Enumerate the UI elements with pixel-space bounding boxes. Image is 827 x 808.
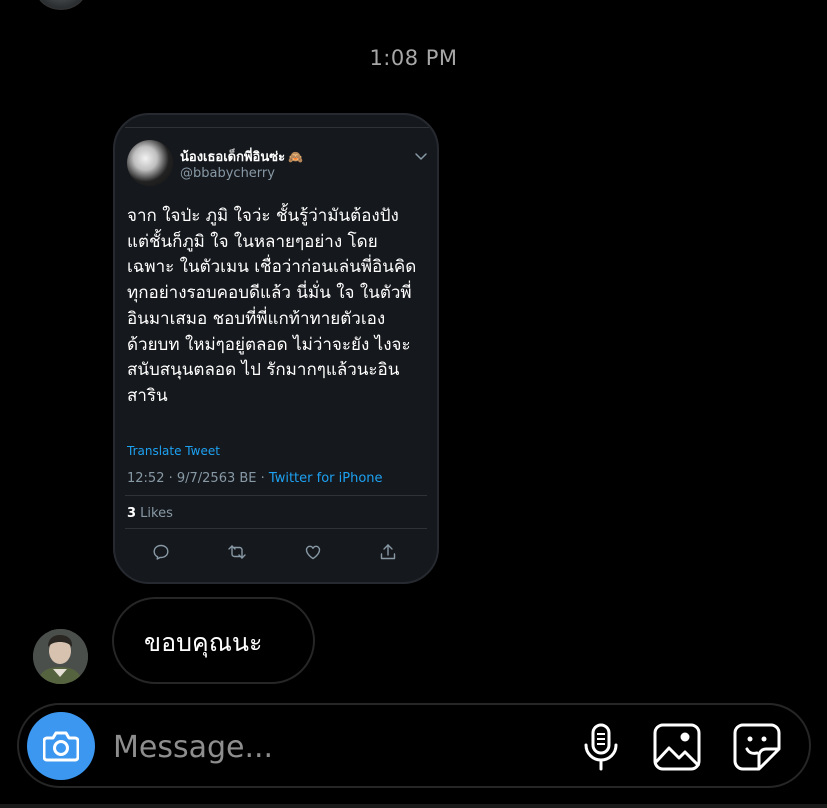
tweet-text-line: อินมาเสมอ ชอบที่พี่แกท้าทายตัวเอง (127, 308, 386, 329)
bottom-edge (0, 804, 827, 808)
gallery-icon[interactable] (652, 722, 702, 772)
previous-sender-avatar[interactable] (36, 0, 86, 10)
received-message-text: ขอบคุณนะ (144, 628, 263, 657)
microphone-icon[interactable] (576, 722, 626, 772)
tweet-text-line: เฉพาะ ในตัวเมน เชื่อว่าก่อนเล่นพี่อินคิด (127, 257, 417, 278)
sender-avatar[interactable] (33, 629, 88, 684)
divider (125, 495, 427, 496)
divider (125, 528, 427, 529)
camera-icon (43, 731, 79, 762)
sender-avatar-photo (33, 629, 88, 684)
tweet-text-line: ด้วยบท ใหม่ๆอยู่ตลอด ไม่ว่าจะยัง ไงจะ (127, 334, 411, 355)
likes-label: Likes (136, 506, 173, 521)
tweet-text: จาก ใจป่ะ ภูมิ ใจว่ะ ชั้นรู้ว่ามันต้องปั… (127, 204, 427, 410)
direct-message-thread: 1:08 PM น้องเธอเด็กพี่อินซ่ะ 🙈 @bbabycher… (0, 0, 827, 808)
received-message-bubble[interactable]: ขอบคุณนะ (112, 597, 315, 684)
tweet-author-name-text: น้องเธอเด็กพี่อินซ่ะ (180, 150, 286, 165)
tweet-author-avatar[interactable] (127, 140, 173, 186)
retweet-icon[interactable] (227, 542, 247, 562)
tweet-source-link[interactable]: Twitter for iPhone (269, 471, 383, 486)
see-no-evil-monkey-emoji: 🙈 (288, 150, 304, 164)
tweet-metadata: 12:52 · 9/7/2563 BE · Twitter for iPhone (127, 471, 383, 486)
tweet-text-line: สาริน (127, 385, 168, 406)
translate-tweet-link[interactable]: Translate Tweet (127, 444, 220, 458)
shared-tweet-message[interactable]: น้องเธอเด็กพี่อินซ่ะ 🙈 @bbabycherry จาก ใ… (113, 113, 439, 584)
tweet-text-line: จาก ใจป่ะ ภูมิ ใจว่ะ ชั้นรู้ว่ามันต้องปั… (127, 206, 399, 226)
message-composer (17, 703, 811, 788)
chevron-down-icon[interactable] (413, 148, 429, 164)
sticker-icon[interactable] (732, 722, 782, 772)
message-input[interactable] (113, 725, 553, 769)
likes-number: 3 (127, 506, 137, 521)
tweet-text-line: สนับสนุนตลอด ไป รักมากๆแล้วนะอิน (127, 360, 400, 381)
camera-button[interactable] (27, 712, 95, 780)
tweet-author-handle[interactable]: @bbabycherry (180, 166, 275, 181)
tweet-card[interactable]: น้องเธอเด็กพี่อินซ่ะ 🙈 @bbabycherry จาก ใ… (125, 127, 429, 575)
tweet-timestamp: 12:52 · 9/7/2563 BE · (127, 471, 269, 486)
tweet-text-line: แต่ชั้นก็ภูมิ ใจ ในหลายๆอย่าง โดย (127, 231, 378, 252)
share-icon[interactable] (378, 542, 398, 562)
tweet-actions (151, 542, 411, 564)
tweet-author-name[interactable]: น้องเธอเด็กพี่อินซ่ะ 🙈 (180, 146, 303, 167)
likes-count[interactable]: 3 Likes (127, 506, 173, 521)
heart-icon[interactable] (303, 542, 323, 562)
message-timestamp: 1:08 PM (369, 46, 458, 70)
reply-icon[interactable] (151, 542, 171, 562)
tweet-text-line: ทุกอย่างรอบคอบดีแล้ว นี่มั่น ใจ ในตัวพี่ (127, 283, 412, 304)
